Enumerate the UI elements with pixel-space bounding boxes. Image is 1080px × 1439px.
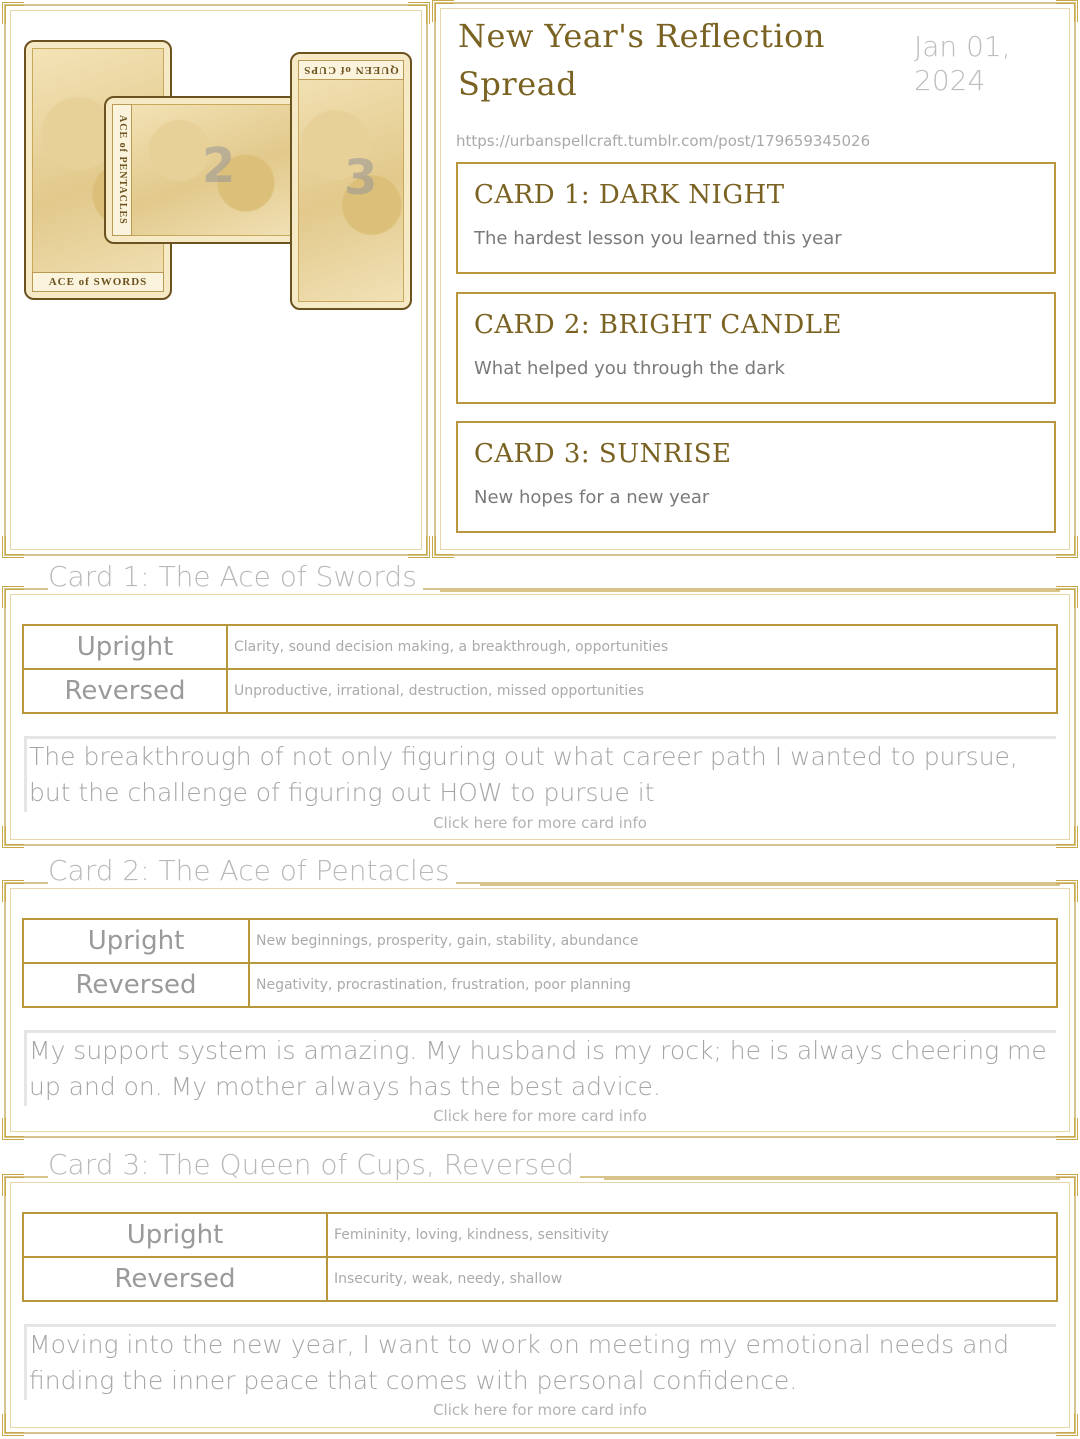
section-divider bbox=[440, 590, 1060, 592]
position-card-2: CARD 2: BRIGHT CANDLE What helped you th… bbox=[456, 292, 1056, 404]
more-card-info-link[interactable]: Click here for more card info bbox=[0, 1107, 1080, 1125]
position-card-1: CARD 1: DARK NIGHT The hardest lesson yo… bbox=[456, 162, 1056, 274]
reversed-meaning: Negativity, procrastination, frustration… bbox=[248, 962, 1058, 1008]
meaning-table-card-2: Upright New beginnings, prosperity, gain… bbox=[22, 918, 1058, 1008]
page-title: New Year's Reflection Spread bbox=[458, 17, 825, 103]
card-position-number: 2 bbox=[202, 138, 236, 194]
position-description: The hardest lesson you learned this year bbox=[474, 228, 842, 249]
reflection-note-card-3[interactable]: Moving into the new year, I want to work… bbox=[24, 1324, 1056, 1400]
reversed-meaning: Insecurity, weak, needy, shallow bbox=[326, 1256, 1058, 1302]
table-row: Upright Clarity, sound decision making, … bbox=[22, 624, 1058, 670]
date-day: Jan 01, bbox=[914, 30, 1011, 63]
table-row: Upright Femininity, loving, kindness, se… bbox=[22, 1212, 1058, 1258]
date-year: 2024 bbox=[914, 64, 986, 97]
table-row: Reversed Negativity, procrastination, fr… bbox=[22, 962, 1058, 1008]
reversed-label: Reversed bbox=[22, 668, 228, 714]
more-card-info-link[interactable]: Click here for more card info bbox=[0, 814, 1080, 832]
reflection-note-card-2[interactable]: My support system is amazing. My husband… bbox=[24, 1030, 1056, 1106]
more-card-info-link[interactable]: Click here for more card info bbox=[0, 1401, 1080, 1419]
table-row: Upright New beginnings, prosperity, gain… bbox=[22, 918, 1058, 964]
table-row: Reversed Unproductive, irrational, destr… bbox=[22, 668, 1058, 714]
table-row: Reversed Insecurity, weak, needy, shallo… bbox=[22, 1256, 1058, 1302]
section-divider bbox=[480, 884, 1060, 886]
tarot-card-ace-of-pentacles: ACE of PENTACLES 2 bbox=[104, 96, 312, 244]
card-label: QUEEN of CUPS bbox=[298, 60, 404, 80]
card-label: ACE of SWORDS bbox=[32, 272, 164, 292]
upright-label: Upright bbox=[22, 624, 228, 670]
meaning-table-card-1: Upright Clarity, sound decision making, … bbox=[22, 624, 1058, 714]
reading-date: Jan 01, 2024 bbox=[914, 30, 1024, 98]
position-title: CARD 2: BRIGHT CANDLE bbox=[474, 310, 842, 340]
position-card-3: CARD 3: SUNRISE New hopes for a new year bbox=[456, 421, 1056, 533]
reversed-label: Reversed bbox=[22, 962, 250, 1008]
reflection-note-card-1[interactable]: The breakthrough of not only figuring ou… bbox=[24, 736, 1056, 812]
section-heading-card-2: Card 2: The Ace of Pentacles bbox=[48, 854, 456, 887]
position-title: CARD 1: DARK NIGHT bbox=[474, 180, 785, 210]
upright-meaning: Clarity, sound decision making, a breakt… bbox=[226, 624, 1058, 670]
source-link[interactable]: https://urbanspellcraft.tumblr.com/post/… bbox=[456, 132, 870, 150]
card-position-number: 3 bbox=[344, 150, 378, 206]
section-divider bbox=[604, 1178, 1060, 1180]
upright-meaning: Femininity, loving, kindness, sensitivit… bbox=[326, 1212, 1058, 1258]
reversed-meaning: Unproductive, irrational, destruction, m… bbox=[226, 668, 1058, 714]
upright-label: Upright bbox=[22, 918, 250, 964]
meaning-table-card-3: Upright Femininity, loving, kindness, se… bbox=[22, 1212, 1058, 1302]
position-description: New hopes for a new year bbox=[474, 487, 710, 508]
position-description: What helped you through the dark bbox=[474, 358, 785, 379]
section-heading-card-3: Card 3: The Queen of Cups, Reversed bbox=[48, 1148, 581, 1181]
section-heading-card-1: Card 1: The Ace of Swords bbox=[48, 560, 423, 593]
tarot-card-queen-of-cups: QUEEN of CUPS 3 bbox=[290, 52, 412, 310]
reversed-label: Reversed bbox=[22, 1256, 328, 1302]
upright-label: Upright bbox=[22, 1212, 328, 1258]
upright-meaning: New beginnings, prosperity, gain, stabil… bbox=[248, 918, 1058, 964]
card-label: ACE of PENTACLES bbox=[112, 104, 132, 236]
position-title: CARD 3: SUNRISE bbox=[474, 439, 732, 469]
